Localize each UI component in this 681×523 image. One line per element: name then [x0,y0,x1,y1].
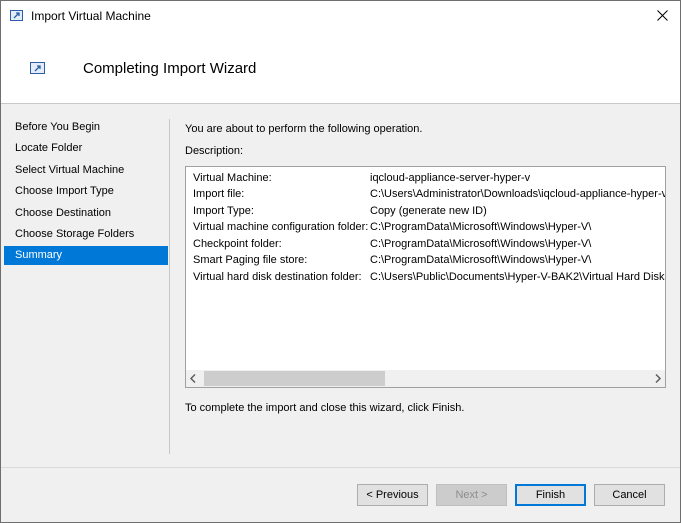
nav-divider [169,119,170,454]
nav-item-before-you-begin[interactable]: Before You Begin [4,118,168,137]
wizard-steps-nav: Before You Begin Locate Folder Select Vi… [1,104,171,467]
summary-key: Smart Paging file store: [193,254,308,266]
summary-value: C:\ProgramData\Microsoft\Windows\Hyper-V… [370,221,592,233]
summary-value: C:\Users\Administrator\Downloads\iqcloud… [370,188,666,200]
next-button[interactable]: Next > [436,484,507,506]
nav-item-import-type[interactable]: Choose Import Type [4,182,168,201]
summary-value: C:\ProgramData\Microsoft\Windows\Hyper-V… [370,254,592,266]
description-box[interactable]: Virtual Machine: iqcloud-appliance-serve… [185,166,666,388]
finish-button[interactable]: Finish [515,484,586,506]
nav-item-summary[interactable]: Summary [4,246,168,265]
page-title: Completing Import Wizard [83,60,257,77]
summary-key: Virtual hard disk destination folder: [193,271,362,283]
nav-item-destination[interactable]: Choose Destination [4,204,168,223]
summary-key: Import Type: [193,205,254,217]
summary-key: Checkpoint folder: [193,238,282,250]
summary-value: C:\Users\Public\Documents\Hyper-V-BAK2\V… [370,271,666,283]
summary-key: Virtual Machine: [193,172,272,184]
close-button[interactable] [646,1,680,32]
summary-key: Import file: [193,188,245,200]
scroll-right-icon[interactable] [654,374,662,383]
description-label: Description: [185,145,244,157]
window-app-icon [10,10,23,21]
footer-divider [1,467,680,468]
wizard-header: Completing Import Wizard [1,32,680,104]
horizontal-scrollbar[interactable] [186,370,665,387]
summary-panel: You are about to perform the following o… [185,104,675,464]
scroll-left-icon[interactable] [189,374,197,383]
summary-value: Copy (generate new ID) [370,205,487,217]
summary-value: iqcloud-appliance-server-hyper-v [370,172,531,184]
finish-note: To complete the import and close this wi… [185,402,465,414]
intro-text: You are about to perform the following o… [185,123,423,135]
summary-value: C:\ProgramData\Microsoft\Windows\Hyper-V… [370,238,592,250]
nav-item-storage-folders[interactable]: Choose Storage Folders [4,225,168,244]
previous-button[interactable]: < Previous [357,484,428,506]
window-title: Import Virtual Machine [31,9,151,23]
nav-item-locate-folder[interactable]: Locate Folder [4,139,168,158]
wizard-header-icon [30,62,45,74]
summary-key: Virtual machine configuration folder: [193,221,369,233]
cancel-button[interactable]: Cancel [594,484,665,506]
scrollbar-thumb[interactable] [204,371,385,386]
import-vm-window: Import Virtual Machine Completing Import… [0,0,681,523]
nav-item-select-vm[interactable]: Select Virtual Machine [4,161,168,180]
close-icon [657,10,668,21]
title-bar: Import Virtual Machine [1,1,680,32]
